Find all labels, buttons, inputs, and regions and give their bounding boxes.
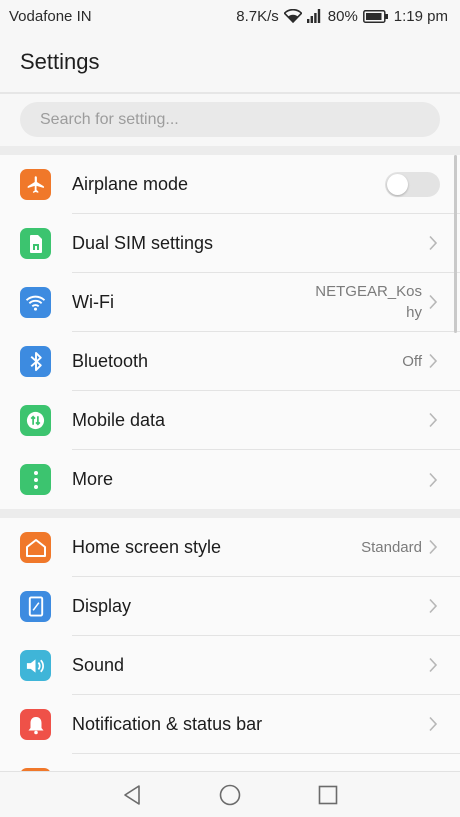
wifi-status-icon bbox=[283, 9, 302, 23]
bluetooth-icon bbox=[20, 346, 51, 377]
chevron-right-icon bbox=[429, 539, 438, 555]
chevron-right-icon bbox=[429, 598, 438, 614]
settings-item-right bbox=[428, 412, 438, 428]
section-divider bbox=[0, 509, 460, 518]
settings-item-right: Off bbox=[402, 351, 438, 372]
chevron-right-icon bbox=[429, 657, 438, 673]
signal-icon bbox=[306, 9, 323, 23]
settings-item-right: Standard bbox=[361, 537, 438, 558]
settings-item-right bbox=[428, 598, 438, 614]
page-header: Settings bbox=[0, 32, 460, 92]
settings-item-notification[interactable]: Notification & status bar bbox=[0, 695, 460, 754]
settings-item-right bbox=[428, 657, 438, 673]
recents-icon[interactable] bbox=[316, 783, 340, 807]
clock: 1:19 pm bbox=[393, 7, 448, 25]
settings-item-airplane-mode[interactable]: Airplane mode bbox=[0, 155, 460, 214]
settings-item-right bbox=[428, 716, 438, 732]
settings-item-dual-sim[interactable]: Dual SIM settings bbox=[0, 214, 460, 273]
battery-icon bbox=[362, 9, 389, 23]
settings-item-body: Display bbox=[72, 577, 460, 636]
chevron-right-icon bbox=[429, 716, 438, 732]
chevron-right-icon bbox=[429, 294, 438, 310]
sim-card-icon bbox=[20, 228, 51, 259]
settings-item-label: Wi-Fi bbox=[72, 291, 114, 312]
status-bar: Vodafone IN 8.7K/s 80% 1:19 pm bbox=[0, 0, 460, 32]
wifi-network-line2: hy bbox=[406, 304, 422, 321]
display-icon bbox=[20, 591, 51, 622]
wifi-icon bbox=[20, 287, 51, 318]
page-title: Settings bbox=[20, 49, 100, 74]
settings-item-body: Wi-Fi NETGEAR_Kos hy bbox=[72, 273, 460, 332]
settings-item-label: More bbox=[72, 469, 114, 489]
status-indicators: 8.7K/s 80% 1:19 pm bbox=[236, 8, 448, 25]
settings-item-body: Mobile data bbox=[72, 391, 460, 450]
settings-item-label: Airplane mode bbox=[72, 173, 189, 194]
chevron-right-icon bbox=[429, 353, 438, 369]
settings-item-body: Dual SIM settings bbox=[72, 214, 460, 273]
settings-item-right: NETGEAR_Kos hy bbox=[310, 281, 438, 323]
airplane-mode-toggle[interactable] bbox=[385, 171, 440, 197]
network-speed: 8.7K/s bbox=[236, 7, 279, 25]
settings-item-wifi[interactable]: Wi-Fi NETGEAR_Kos hy bbox=[0, 273, 460, 332]
settings-item-body: Airplane mode bbox=[72, 155, 460, 214]
settings-item-mobile-data[interactable]: Mobile data bbox=[0, 391, 460, 450]
search-input[interactable]: Search for setting... bbox=[20, 102, 440, 137]
chevron-right-icon bbox=[429, 412, 438, 428]
toggle-knob bbox=[387, 173, 408, 195]
settings-item-body: Notification & status bar bbox=[72, 695, 460, 754]
settings-item-label: Notification & status bar bbox=[72, 713, 263, 734]
wifi-network-line1: NETGEAR_Kos bbox=[315, 283, 422, 300]
wifi-network-name: NETGEAR_Kos hy bbox=[310, 281, 422, 323]
settings-item-more[interactable]: More bbox=[0, 450, 460, 509]
home-icon bbox=[20, 532, 51, 563]
settings-item-bluetooth[interactable]: Bluetooth Off bbox=[0, 332, 460, 391]
settings-item-body: Home screen style Standard bbox=[72, 518, 460, 577]
home-screen-style-value: Standard bbox=[361, 538, 422, 556]
settings-item-label: Dual SIM settings bbox=[72, 232, 214, 253]
speaker-icon bbox=[20, 650, 51, 681]
chevron-right-icon bbox=[429, 472, 438, 487]
more-icon bbox=[20, 464, 51, 495]
carrier-name: Vodafone IN bbox=[9, 7, 92, 25]
settings-item-label: Bluetooth bbox=[72, 350, 149, 371]
settings-section-personalization: Home screen style Standard Display Sound bbox=[0, 518, 460, 813]
chevron-right-icon bbox=[429, 235, 438, 251]
settings-item-label: Display bbox=[72, 595, 132, 616]
airplane-icon bbox=[20, 169, 51, 200]
settings-item-body: More bbox=[72, 450, 460, 509]
back-icon[interactable] bbox=[120, 783, 144, 807]
settings-item-right bbox=[428, 235, 438, 251]
settings-item-body: Sound bbox=[72, 636, 460, 695]
home-circle-icon[interactable] bbox=[218, 783, 242, 807]
search-placeholder: Search for setting... bbox=[40, 110, 179, 128]
mobile-data-icon bbox=[20, 405, 51, 436]
settings-item-label: Mobile data bbox=[72, 409, 166, 430]
scrollbar[interactable] bbox=[454, 155, 457, 333]
battery-percent: 80% bbox=[327, 7, 358, 25]
settings-section-connectivity: Airplane mode Dual SIM settings Wi-Fi NE… bbox=[0, 155, 460, 509]
settings-item-sound[interactable]: Sound bbox=[0, 636, 460, 695]
settings-item-display[interactable]: Display bbox=[0, 577, 460, 636]
search-container: Search for setting... bbox=[0, 92, 460, 146]
bluetooth-status: Off bbox=[402, 352, 422, 370]
settings-item-label: Home screen style bbox=[72, 536, 222, 557]
settings-item-label: Sound bbox=[72, 654, 125, 675]
section-divider bbox=[0, 146, 460, 155]
navigation-bar bbox=[0, 771, 460, 817]
settings-item-right bbox=[428, 472, 438, 488]
bell-icon bbox=[20, 709, 51, 740]
settings-item-home-screen-style[interactable]: Home screen style Standard bbox=[0, 518, 460, 577]
settings-item-body: Bluetooth Off bbox=[72, 332, 460, 391]
